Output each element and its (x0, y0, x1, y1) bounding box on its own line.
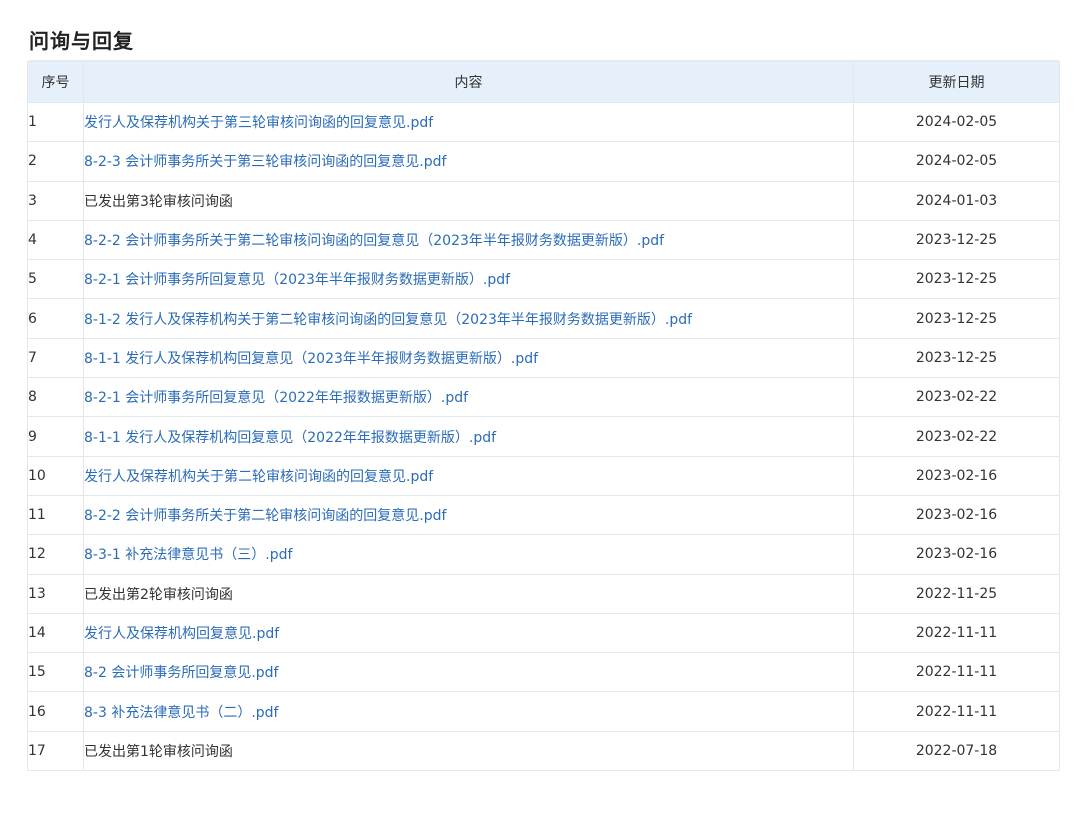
row-number: 15 (27, 652, 84, 693)
content-cell: 8-2-2 会计师事务所关于第二轮审核问询函的回复意见.pdf (83, 494, 854, 536)
content-cell: 已发出第1轮审核问询函 (83, 730, 854, 772)
content-cell: 8-1-2 发行人及保荐机构关于第二轮审核问询函的回复意见（2023年半年报财务… (83, 298, 854, 339)
document-link[interactable]: 8-2-1 会计师事务所回复意见（2023年半年报财务数据更新版）.pdf (85, 272, 511, 288)
update-date: 2024-02-05 (853, 101, 1060, 143)
table-row: 5 8-2-1 会计师事务所回复意见（2023年半年报财务数据更新版）.pdf 20… (27, 259, 1060, 300)
update-date: 2023-02-22 (853, 377, 1060, 418)
row-number: 3 (27, 180, 84, 221)
status-text: 已发出第1轮审核问询函 (84, 743, 233, 760)
content-cell: 发行人及保荐机构关于第二轮审核问询函的回复意见.pdf (83, 455, 854, 496)
table-row: 2 8-2-3 会计师事务所关于第三轮审核问询函的回复意见.pdf 2024-02-… (27, 141, 1060, 182)
update-date: 2023-12-25 (853, 259, 1060, 300)
content-cell: 已发出第2轮审核问询函 (83, 573, 854, 614)
row-number: 17 (27, 730, 84, 772)
content-cell: 发行人及保荐机构关于第三轮审核问询函的回复意见.pdf (83, 101, 854, 143)
status-text: 已发出第2轮审核问询函 (84, 586, 233, 603)
row-number: 7 (27, 337, 84, 379)
table-row: 10 发行人及保荐机构关于第二轮审核问询函的回复意见.pdf 2023-02-16 (27, 455, 1060, 496)
update-date: 2023-02-22 (853, 416, 1060, 457)
content-cell: 8-2-3 会计师事务所关于第三轮审核问询函的回复意见.pdf (83, 141, 854, 182)
content-cell: 8-3 补充法律意见书（二）.pdf (83, 691, 854, 732)
update-date: 2023-02-16 (853, 534, 1060, 575)
update-date: 2022-11-25 (853, 573, 1060, 614)
row-number: 16 (27, 691, 84, 732)
table-row: 4 8-2-2 会计师事务所关于第二轮审核问询函的回复意见（2023年半年报财务数… (27, 219, 1060, 261)
table-row: 9 8-1-1 发行人及保荐机构回复意见（2022年年报数据更新版）.pdf 202… (27, 416, 1060, 457)
content-cell: 8-1-1 发行人及保荐机构回复意见（2022年年报数据更新版）.pdf (83, 416, 854, 457)
update-date: 2023-12-25 (853, 337, 1060, 379)
row-number: 6 (27, 298, 84, 339)
status-text: 已发出第3轮审核问询函 (84, 193, 233, 210)
column-header-no: 序号 (27, 61, 84, 103)
document-link[interactable]: 8-1-1 发行人及保荐机构回复意见（2022年年报数据更新版）.pdf (85, 430, 497, 446)
content-cell: 8-1-1 发行人及保荐机构回复意见（2023年半年报财务数据更新版）.pdf (83, 337, 854, 379)
column-header-date: 更新日期 (853, 61, 1060, 103)
content-cell: 发行人及保荐机构回复意见.pdf (83, 612, 854, 654)
table-row: 11 8-2-2 会计师事务所关于第二轮审核问询函的回复意见.pdf 2023-02… (27, 494, 1060, 536)
document-link[interactable]: 8-2-2 会计师事务所关于第二轮审核问询函的回复意见.pdf (85, 508, 447, 524)
row-number: 10 (27, 455, 84, 496)
table-row: 1 发行人及保荐机构关于第三轮审核问询函的回复意见.pdf 2024-02-05 (27, 101, 1060, 143)
table-row: 15 8-2 会计师事务所回复意见.pdf 2022-11-11 (27, 652, 1060, 693)
document-link[interactable]: 发行人及保荐机构关于第二轮审核问询函的回复意见.pdf (85, 469, 434, 485)
update-date: 2022-11-11 (853, 612, 1060, 654)
inquiry-reply-table: 序号 内容 更新日期 1 发行人及保荐机构关于第三轮审核问询函的回复意见.pdf 2… (27, 61, 1060, 772)
document-link[interactable]: 8-3 补充法律意见书（二）.pdf (85, 705, 279, 721)
document-link[interactable]: 8-1-2 发行人及保荐机构关于第二轮审核问询函的回复意见（2023年半年报财务… (85, 312, 693, 328)
row-number: 11 (27, 494, 84, 536)
update-date: 2022-11-11 (853, 691, 1060, 732)
content-cell: 已发出第3轮审核问询函 (83, 180, 854, 221)
table-row: 14 发行人及保荐机构回复意见.pdf 2022-11-11 (27, 612, 1060, 654)
row-number: 1 (27, 101, 84, 143)
table-header-row: 序号 内容 更新日期 (27, 61, 1060, 103)
table-row: 16 8-3 补充法律意见书（二）.pdf 2022-11-11 (27, 691, 1060, 732)
update-date: 2023-02-16 (853, 494, 1060, 536)
row-number: 5 (27, 259, 84, 300)
table-row: 7 8-1-1 发行人及保荐机构回复意见（2023年半年报财务数据更新版）.pdf… (27, 337, 1060, 379)
row-number: 2 (27, 141, 84, 182)
row-number: 14 (27, 612, 84, 654)
table-row: 13 已发出第2轮审核问询函 2022-11-25 (27, 573, 1060, 614)
content-cell: 8-2-1 会计师事务所回复意见（2023年半年报财务数据更新版）.pdf (83, 259, 854, 300)
row-number: 9 (27, 416, 84, 457)
update-date: 2024-02-05 (853, 141, 1060, 182)
document-link[interactable]: 8-2-1 会计师事务所回复意见（2022年年报数据更新版）.pdf (85, 390, 469, 406)
table-row: 12 8-3-1 补充法律意见书（三）.pdf 2023-02-16 (27, 534, 1060, 575)
content-cell: 8-2-2 会计师事务所关于第二轮审核问询函的回复意见（2023年半年报财务数据… (83, 219, 854, 261)
row-number: 4 (27, 219, 84, 261)
update-date: 2022-11-11 (853, 652, 1060, 693)
row-number: 13 (27, 573, 84, 614)
document-link[interactable]: 8-3-1 补充法律意见书（三）.pdf (85, 547, 293, 563)
table-row: 17 已发出第1轮审核问询函 2022-07-18 (27, 730, 1060, 772)
table-row: 6 8-1-2 发行人及保荐机构关于第二轮审核问询函的回复意见（2023年半年报财… (27, 298, 1060, 339)
update-date: 2023-12-25 (853, 298, 1060, 339)
row-number: 8 (27, 377, 84, 418)
update-date: 2022-07-18 (853, 730, 1060, 772)
section-title: 问询与回复 (29, 29, 134, 53)
document-link[interactable]: 8-2 会计师事务所回复意见.pdf (85, 665, 279, 681)
table-body: 1 发行人及保荐机构关于第三轮审核问询函的回复意见.pdf 2024-02-05 2 8… (27, 101, 1060, 772)
document-link[interactable]: 发行人及保荐机构关于第三轮审核问询函的回复意见.pdf (85, 115, 434, 131)
update-date: 2023-12-25 (853, 219, 1060, 261)
document-link[interactable]: 8-1-1 发行人及保荐机构回复意见（2023年半年报财务数据更新版）.pdf (85, 351, 539, 367)
table-row: 3 已发出第3轮审核问询函 2024-01-03 (27, 180, 1060, 221)
content-cell: 8-2 会计师事务所回复意见.pdf (83, 652, 854, 693)
update-date: 2024-01-03 (853, 180, 1060, 221)
document-link[interactable]: 发行人及保荐机构回复意见.pdf (85, 626, 280, 642)
content-cell: 8-2-1 会计师事务所回复意见（2022年年报数据更新版）.pdf (83, 377, 854, 418)
column-header-content: 内容 (83, 61, 854, 103)
row-number: 12 (27, 534, 84, 575)
document-link[interactable]: 8-2-2 会计师事务所关于第二轮审核问询函的回复意见（2023年半年报财务数据… (85, 233, 665, 249)
table-row: 8 8-2-1 会计师事务所回复意见（2022年年报数据更新版）.pdf 2023-… (27, 377, 1060, 418)
document-link[interactable]: 8-2-3 会计师事务所关于第三轮审核问询函的回复意见.pdf (85, 154, 447, 170)
inquiry-reply-section: 问询与回复 序号 内容 更新日期 1 发行人及保荐机构关于第三轮审核问询函的回复意… (27, 26, 1060, 772)
update-date: 2023-02-16 (853, 455, 1060, 496)
content-cell: 8-3-1 补充法律意见书（三）.pdf (83, 534, 854, 575)
